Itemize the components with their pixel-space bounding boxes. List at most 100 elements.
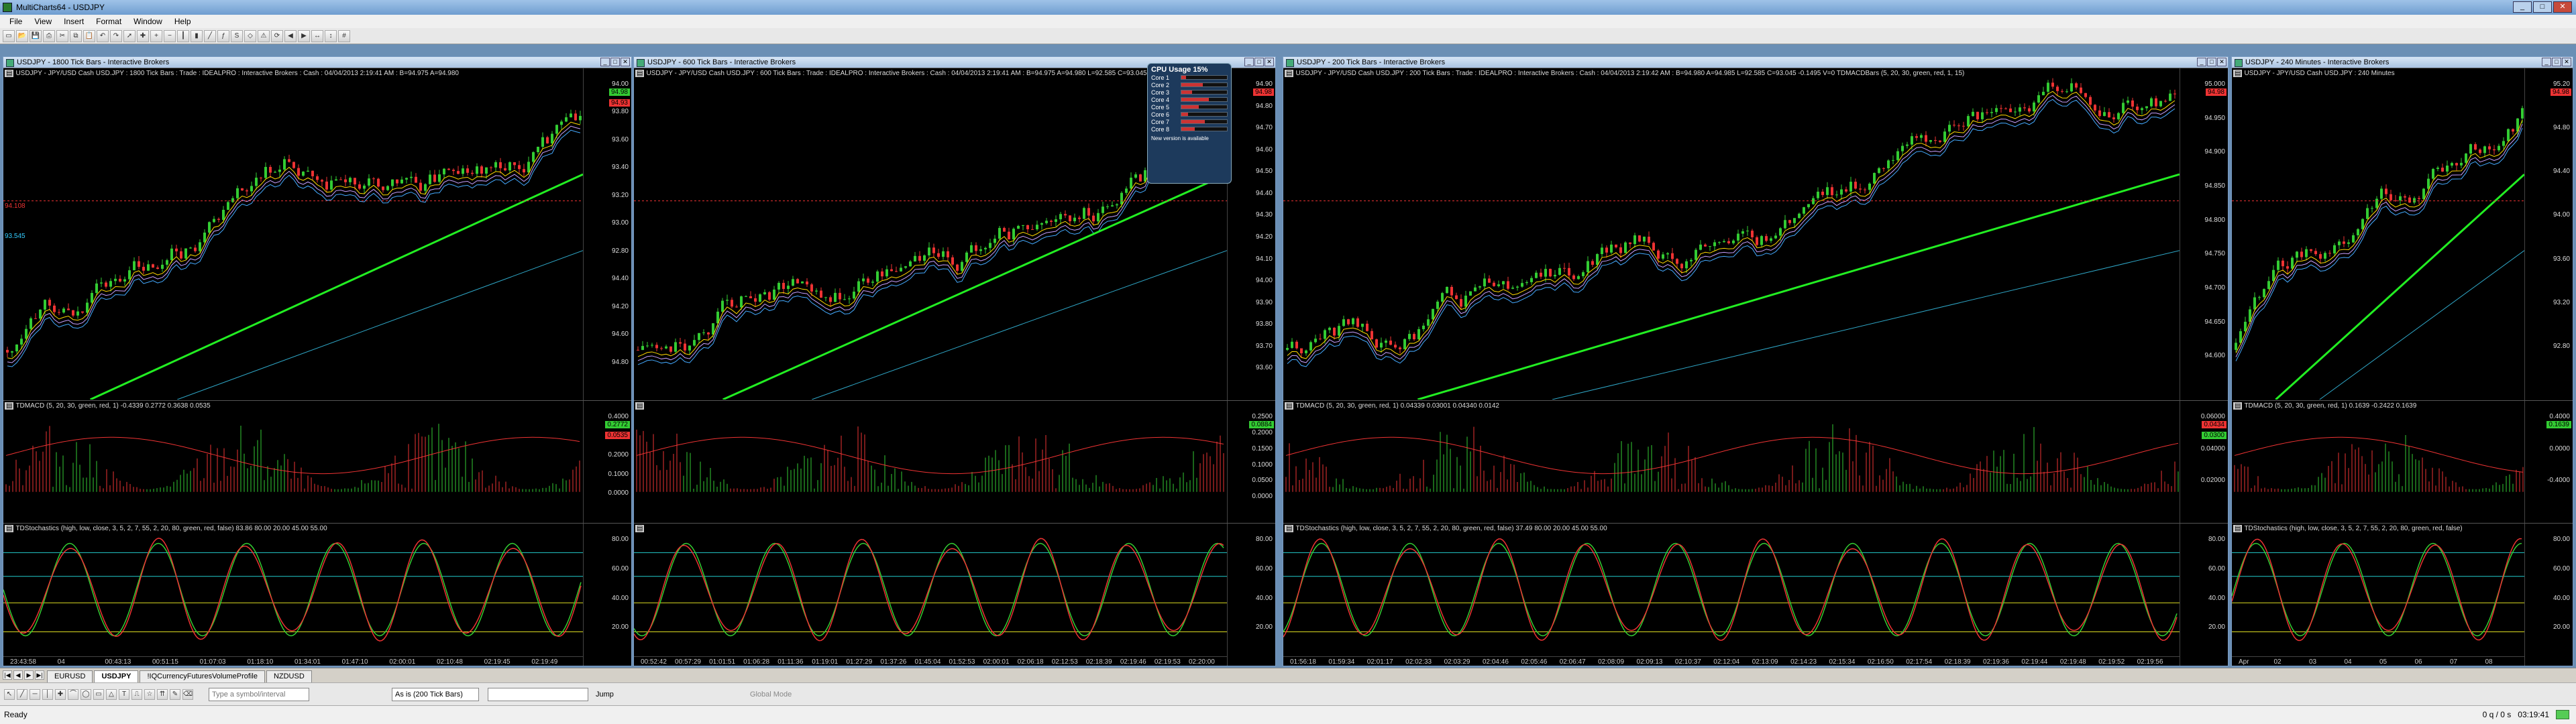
- drawing-tool-8-icon[interactable]: △: [106, 688, 117, 700]
- price-scale[interactable]: 95.20 94.80 94.40 94.00 93.60 93.20 92.80 94.98: [2524, 68, 2573, 400]
- chart-window-4[interactable]: USDJPY - 240 Minutes - Interactive Broke…: [2231, 56, 2573, 666]
- macd-pane[interactable]: ▤ TDMACD (5, 20, 30, green, red, 1) 0.163…: [2232, 400, 2573, 523]
- price-scale[interactable]: 94.90 94.80 94.70 94.60 94.50 94.40 94.30 94.20…: [1227, 68, 1275, 400]
- menu-view[interactable]: View: [29, 17, 57, 26]
- print-icon[interactable]: ⎙: [43, 29, 55, 42]
- window-close-icon[interactable]: ✕: [1265, 58, 1274, 66]
- price-pane[interactable]: ▤ USDJPY - JPY/USD Cash USD.JPY : 1800 Ti…: [3, 68, 631, 400]
- macd-pane[interactable]: ▤ 0.2500 0.2000 0.1500 0.1000 0.0500 0.0000 0.0…: [634, 400, 1275, 523]
- drawing-tool-0-icon[interactable]: ↖: [4, 688, 15, 700]
- price-scale[interactable]: 94.00 93.80 93.60 93.40 93.20 93.00 92.80 94.40…: [583, 68, 631, 400]
- global-mode-toggle[interactable]: Global Mode: [750, 690, 792, 699]
- macd-pane[interactable]: ▤ TDMACD (5, 20, 30, green, red, 1) 0.043…: [1283, 400, 2228, 523]
- menu-file[interactable]: File: [4, 17, 28, 26]
- price-scale[interactable]: 0.06000 0.04000 0.02000 0.0434 0.0300: [2180, 401, 2228, 523]
- window-minimize-icon[interactable]: _: [1244, 58, 1254, 66]
- chart-window-title[interactable]: USDJPY - 1800 Tick Bars - Interactive Br…: [3, 57, 631, 68]
- drawing-tool-3-icon[interactable]: │: [42, 688, 53, 700]
- open-icon[interactable]: 📂: [16, 29, 28, 42]
- drawing-tool-9-icon[interactable]: T: [119, 688, 129, 700]
- stochastics-pane[interactable]: ▤ TDStochastics (high, low, close, 3, 5, …: [3, 523, 631, 666]
- resolution-select[interactable]: As is (200 Tick Bars): [392, 687, 479, 701]
- minimize-button[interactable]: _: [2513, 1, 2532, 13]
- cursor-icon[interactable]: ➚: [123, 29, 136, 42]
- zoom-in-icon[interactable]: +: [150, 29, 162, 42]
- plot-area[interactable]: [3, 68, 583, 400]
- tab-next-icon[interactable]: ▶: [24, 670, 34, 680]
- indicators-icon[interactable]: ƒ: [217, 29, 229, 42]
- drawing-tool-12-icon[interactable]: ⇈: [157, 688, 168, 700]
- drawing-tool-14-icon[interactable]: ⌫: [182, 688, 193, 700]
- signals-icon[interactable]: S: [231, 29, 243, 42]
- objects-icon[interactable]: ◇: [244, 29, 256, 42]
- window-minimize-icon[interactable]: _: [2197, 58, 2206, 66]
- save-icon[interactable]: 💾: [30, 29, 42, 42]
- alerts-icon[interactable]: ⚠: [258, 29, 270, 42]
- plot-area[interactable]: [2232, 401, 2524, 522]
- drawing-tool-7-icon[interactable]: ▭: [93, 688, 104, 700]
- drawing-tool-2-icon[interactable]: ─: [30, 688, 40, 700]
- tab-nzdusd[interactable]: NZDUSD: [266, 670, 312, 682]
- plot-area[interactable]: [634, 401, 1227, 522]
- chart-window-3[interactable]: USDJPY - 200 Tick Bars - Interactive Bro…: [1283, 56, 2229, 666]
- copy-icon[interactable]: ⧉: [70, 29, 82, 42]
- line-style-icon[interactable]: ╱: [204, 29, 216, 42]
- tab-prev-icon[interactable]: ◀: [13, 670, 23, 680]
- menu-window[interactable]: Window: [128, 17, 168, 26]
- price-scale[interactable]: 0.40000.30000.20000.10000.00000.27720.05…: [583, 401, 631, 523]
- macd-pane[interactable]: ▤ TDMACD (5, 20, 30, green, red, 1) -0.43…: [3, 400, 631, 523]
- window-maximize-icon[interactable]: □: [2207, 58, 2216, 66]
- time-axis[interactable]: 23:43:58 04 00:43:13 00:51:15 01:07:03 01:18:…: [3, 656, 583, 666]
- window-maximize-icon[interactable]: □: [610, 58, 620, 66]
- stochastics-pane[interactable]: ▤ TDStochastics (high, low, close, 3, 5, …: [1283, 523, 2228, 666]
- price-scale[interactable]: 80.00 60.00 40.00 20.00: [2524, 524, 2573, 666]
- redo-icon[interactable]: ↷: [110, 29, 122, 42]
- cut-icon[interactable]: ✂: [56, 29, 68, 42]
- plot-area[interactable]: [1283, 401, 2180, 522]
- drawing-tool-1-icon[interactable]: ╱: [17, 688, 28, 700]
- window-close-icon[interactable]: ✕: [2562, 58, 2571, 66]
- plot-area[interactable]: [3, 524, 583, 656]
- plot-area[interactable]: [2232, 524, 2524, 656]
- price-scale[interactable]: 95.000 94.950 94.900 94.850 94.800 94.750 94.7…: [2180, 68, 2228, 400]
- scroll-left-icon[interactable]: ◀: [284, 29, 297, 42]
- maximize-button[interactable]: □: [2533, 1, 2552, 13]
- grid-icon[interactable]: #: [338, 29, 350, 42]
- drawing-tool-6-icon[interactable]: ◯: [80, 688, 91, 700]
- tab-first-icon[interactable]: |◀: [3, 670, 12, 680]
- price-scale[interactable]: 80.00 60.00 40.00 20.00: [583, 524, 631, 666]
- window-close-icon[interactable]: ✕: [2217, 58, 2226, 66]
- time-axis[interactable]: 00:52:42 00:57:29 01:01:51 01:06:28 01:11:36…: [634, 656, 1227, 666]
- drawing-tool-10-icon[interactable]: ⎍: [131, 688, 142, 700]
- crosshair-icon[interactable]: ✚: [137, 29, 149, 42]
- zoom-out-icon[interactable]: −: [164, 29, 176, 42]
- menu-insert[interactable]: Insert: [58, 17, 89, 26]
- chart-window-1[interactable]: USDJPY - 1800 Tick Bars - Interactive Br…: [3, 56, 632, 666]
- window-close-icon[interactable]: ✕: [621, 58, 630, 66]
- tab-usdjpy[interactable]: USDJPY: [94, 670, 139, 682]
- drawing-tool-13-icon[interactable]: ✎: [170, 688, 180, 700]
- window-maximize-icon[interactable]: □: [1254, 58, 1264, 66]
- price-scale[interactable]: 0.2500 0.2000 0.1500 0.1000 0.0500 0.0000 0.08…: [1227, 401, 1275, 523]
- new-chart-icon[interactable]: ▭: [3, 29, 15, 42]
- bar-style-icon[interactable]: ┃: [177, 29, 189, 42]
- chart-window-title[interactable]: USDJPY - 240 Minutes - Interactive Broke…: [2232, 57, 2573, 68]
- symbol-input[interactable]: Type a symbol/interval: [209, 687, 309, 701]
- window-maximize-icon[interactable]: □: [2552, 58, 2561, 66]
- price-scale[interactable]: 0.4000 0.0000 -0.4000 0.1639: [2524, 401, 2573, 523]
- stochastics-pane[interactable]: ▤ 80.00 60.00 40.00 20.00 00:52:42 00:57:29 01:…: [634, 523, 1275, 666]
- price-pane[interactable]: ▤ USDJPY - JPY/USD Cash USD.JPY : 240 Min…: [2232, 68, 2573, 400]
- plot-area[interactable]: [1283, 68, 2180, 400]
- plot-area[interactable]: [3, 401, 583, 522]
- refresh-icon[interactable]: ⟳: [271, 29, 283, 42]
- price-scale[interactable]: 80.00 60.00 40.00 20.00: [1227, 524, 1275, 666]
- price-pane[interactable]: ▤ USDJPY - JPY/USD Cash USD.JPY : 200 Tic…: [1283, 68, 2228, 400]
- price-scale[interactable]: 80.00 60.00 40.00 20.00: [2180, 524, 2228, 666]
- drawing-tool-4-icon[interactable]: ✚: [55, 688, 66, 700]
- plot-area[interactable]: [1283, 524, 2180, 656]
- plot-area[interactable]: [634, 68, 1227, 400]
- jump-input[interactable]: [488, 687, 588, 701]
- time-axis[interactable]: 01:56:18 01:59:34 02:01:17 02:02:33 02:03:29…: [1283, 656, 2180, 666]
- window-minimize-icon[interactable]: _: [600, 58, 610, 66]
- drawing-tool-5-icon[interactable]: ⌒: [68, 688, 78, 700]
